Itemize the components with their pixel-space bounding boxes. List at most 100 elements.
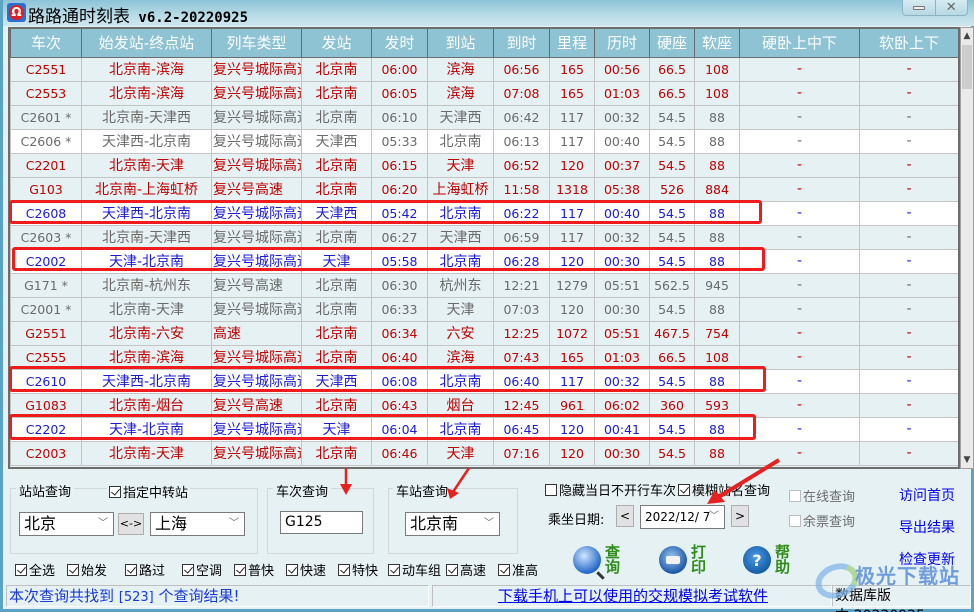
hard-seat-price-cell: 66.5 bbox=[649, 80, 695, 106]
scroll-thumb[interactable] bbox=[962, 45, 972, 89]
train-number-input[interactable]: G125 bbox=[280, 511, 363, 534]
filter-checkbox[interactable]: 始发 bbox=[67, 560, 107, 579]
filter-checkbox[interactable]: 全选 bbox=[15, 560, 55, 579]
timetable: 车次 始发站-终点站 列车类型 发站 发时 到站 到时 里程 历时 硬座 软座 硬卧上中下 软卧上下 C… bbox=[10, 29, 958, 466]
filter-checkbox[interactable]: 普快 bbox=[234, 560, 274, 579]
column-header[interactable]: 发站 bbox=[301, 29, 372, 58]
table-row[interactable]: C2610 天津西-北京南 复兴号城际高速 天津西 06:08 北京南 06:40 117 00… bbox=[10, 368, 958, 394]
hide-not-running-checkbox[interactable]: 隐藏当日不开行车次 bbox=[545, 480, 676, 499]
date-picker[interactable]: 2022/12/ 7 ﹀ bbox=[640, 505, 725, 529]
duration-cell: 00:40 bbox=[594, 128, 650, 154]
table-row[interactable]: C2201 北京南-天津 复兴号城际高速 北京南 06:15 天津 06:52 120 00:3… bbox=[10, 152, 958, 178]
filter-checkbox[interactable]: 准高 bbox=[498, 560, 538, 579]
arrive-time-cell: 06:40 bbox=[493, 368, 550, 394]
arrive-time-cell: 06:52 bbox=[493, 152, 550, 178]
soft-sleeper-price-cell: - bbox=[859, 440, 958, 466]
scroll-up-icon[interactable]: ▲ bbox=[961, 28, 973, 44]
filter-checkbox[interactable]: 快速 bbox=[286, 560, 326, 579]
column-header[interactable]: 始发站-终点站 bbox=[81, 29, 212, 58]
ticket-query-checkbox[interactable]: 余票查询 bbox=[789, 511, 855, 530]
distance-cell: 1072 bbox=[549, 320, 595, 346]
to-station-select[interactable]: 上海 ﹀ bbox=[150, 512, 245, 536]
table-row[interactable]: C2553 北京南-滨海 复兴号城际高速 北京南 06:05 滨海 07:08 165 01:0… bbox=[10, 80, 958, 106]
table-row[interactable]: G2551 北京南-六安 高速 北京南 06:34 六安 12:25 1072 05:51 467… bbox=[10, 320, 958, 346]
search-button[interactable]: 查询 bbox=[573, 545, 621, 575]
arrive-time-cell: 06:56 bbox=[493, 56, 550, 82]
train-type-cell: 复兴号城际高速 bbox=[211, 296, 302, 322]
train-type-cell: 复兴号城际高速 bbox=[211, 80, 302, 106]
route-cell: 北京南-天津 bbox=[81, 296, 212, 322]
help-button[interactable]: ? 帮助 bbox=[743, 545, 791, 575]
train-type-cell: 复兴号城际高速 bbox=[211, 440, 302, 466]
table-row[interactable]: C2603 * 北京南-天津西 复兴号城际高速 北京南 06:27 天津西 06:59 117… bbox=[10, 224, 958, 250]
swap-stations-button[interactable]: <-> bbox=[118, 513, 144, 535]
column-header[interactable]: 到时 bbox=[493, 29, 550, 58]
column-header[interactable]: 软座 bbox=[694, 29, 740, 58]
close-button[interactable]: ✕ bbox=[936, 0, 968, 15]
hard-seat-price-cell: 360 bbox=[649, 392, 695, 418]
filter-checkbox[interactable]: 空调 bbox=[182, 560, 222, 579]
visit-homepage-link[interactable]: 访问首页 bbox=[899, 485, 955, 505]
export-results-link[interactable]: 导出结果 bbox=[899, 517, 955, 537]
table-row[interactable]: G171 * 北京南-杭州东 复兴号高速 北京南 06:30 杭州东 12:21 1279 05… bbox=[10, 272, 958, 298]
distance-cell: 120 bbox=[549, 248, 595, 274]
table-row[interactable]: C2608 天津西-北京南 复兴号城际高速 天津西 05:42 北京南 06:22 117 00… bbox=[10, 200, 958, 226]
table-row[interactable]: C2606 * 天津西-北京南 复兴号城际高速 天津西 05:33 北京南 06:13 117… bbox=[10, 128, 958, 154]
train-type-cell: 高速 bbox=[211, 320, 302, 346]
scroll-down-icon[interactable]: ▼ bbox=[961, 452, 973, 468]
column-header[interactable]: 硬卧上中下 bbox=[739, 29, 860, 58]
next-date-button[interactable]: > bbox=[731, 505, 749, 527]
hard-seat-price-cell: 54.5 bbox=[649, 152, 695, 178]
table-row[interactable]: G1083 北京南-烟台 复兴号高速 北京南 06:43 烟台 12:45 961 06:02 3… bbox=[10, 392, 958, 418]
table-row[interactable]: C2202 天津-北京南 复兴号城际高速 天津 06:04 北京南 06:45 120 00:4… bbox=[10, 416, 958, 442]
column-header[interactable]: 里程 bbox=[549, 29, 595, 58]
filter-checkbox[interactable]: 特快 bbox=[338, 560, 378, 579]
minimize-button[interactable] bbox=[903, 0, 936, 15]
checkbox-icon bbox=[789, 489, 801, 502]
column-header[interactable]: 车次 bbox=[10, 29, 82, 58]
train-query-title: 车次查询 bbox=[273, 481, 332, 500]
from-station-select[interactable]: 北京 ﹀ bbox=[19, 512, 114, 536]
column-header[interactable]: 列车类型 bbox=[211, 29, 302, 58]
arrive-station-cell: 杭州东 bbox=[427, 272, 494, 298]
table-row[interactable]: C2001 * 北京南-天津 复兴号城际高速 北京南 06:33 天津 07:03 120 00… bbox=[10, 296, 958, 322]
column-header[interactable]: 历时 bbox=[594, 29, 650, 58]
hard-seat-price-cell: 562.5 bbox=[649, 272, 695, 298]
hard-seat-price-cell: 526 bbox=[649, 176, 695, 202]
vertical-scrollbar[interactable]: ▲ ▼ bbox=[960, 27, 974, 469]
filter-checkbox[interactable]: 高速 bbox=[446, 560, 486, 579]
transfer-checkbox[interactable]: 指定中转站 bbox=[107, 482, 191, 501]
column-header[interactable]: 发时 bbox=[371, 29, 428, 58]
db-version-status: 数据库版本:20220925 bbox=[832, 585, 971, 612]
check-update-link[interactable]: 检查更新 bbox=[899, 549, 955, 569]
table-row[interactable]: C2555 北京南-滨海 复兴号城际高速 北京南 06:40 滨海 07:43 165 01:0… bbox=[10, 344, 958, 370]
table-row[interactable]: C2003 北京南-天津 复兴号城际高速 北京南 06:46 天津 07:16 120 00:3… bbox=[10, 440, 958, 466]
online-query-checkbox[interactable]: 在线查询 bbox=[789, 486, 855, 505]
hard-seat-price-cell: 66.5 bbox=[649, 344, 695, 370]
printer-icon bbox=[659, 546, 687, 574]
filter-checkbox[interactable]: 动车组 bbox=[388, 560, 441, 579]
checkbox-icon bbox=[338, 563, 350, 576]
arrive-time-cell: 06:28 bbox=[493, 248, 550, 274]
filter-label: 动车组 bbox=[402, 564, 442, 579]
train-number-cell: C2601 * bbox=[10, 104, 82, 130]
table-row[interactable]: C2551 北京南-滨海 复兴号城际高速 北京南 06:00 滨海 06:56 165 00:5… bbox=[10, 56, 958, 82]
column-header[interactable]: 软卧上下 bbox=[859, 29, 958, 58]
depart-station-cell: 天津西 bbox=[301, 128, 372, 154]
column-header[interactable]: 硬座 bbox=[649, 29, 695, 58]
soft-sleeper-price-cell: - bbox=[859, 80, 958, 106]
filter-checkbox[interactable]: 路过 bbox=[125, 560, 165, 579]
prev-date-button[interactable]: < bbox=[616, 505, 634, 527]
duration-cell: 00:32 bbox=[594, 224, 650, 250]
print-button[interactable]: 打印 bbox=[659, 545, 707, 575]
table-row[interactable]: C2002 天津-北京南 复兴号城际高速 天津 05:58 北京南 06:28 120 00:3… bbox=[10, 248, 958, 274]
arrive-time-cell: 07:03 bbox=[493, 296, 550, 322]
soft-seat-price-cell: 108 bbox=[694, 80, 740, 106]
download-app-link[interactable]: 下载手机上可以使用的交规模拟考试软件 bbox=[498, 587, 768, 605]
table-row[interactable]: G103 北京南-上海虹桥 复兴号高速 北京南 06:20 上海虹桥 11:58 1318 05… bbox=[10, 176, 958, 202]
table-row[interactable]: C2601 * 北京南-天津西 复兴号城际高速 北京南 06:10 天津西 06:42 117… bbox=[10, 104, 958, 130]
hide-not-running-label: 隐藏当日不开行车次 bbox=[559, 484, 677, 499]
station-lookup-select[interactable]: 北京南 ﹀ bbox=[405, 512, 500, 536]
fuzzy-station-checkbox[interactable]: 模糊站名查询 bbox=[678, 480, 770, 499]
column-header[interactable]: 到站 bbox=[427, 29, 494, 58]
